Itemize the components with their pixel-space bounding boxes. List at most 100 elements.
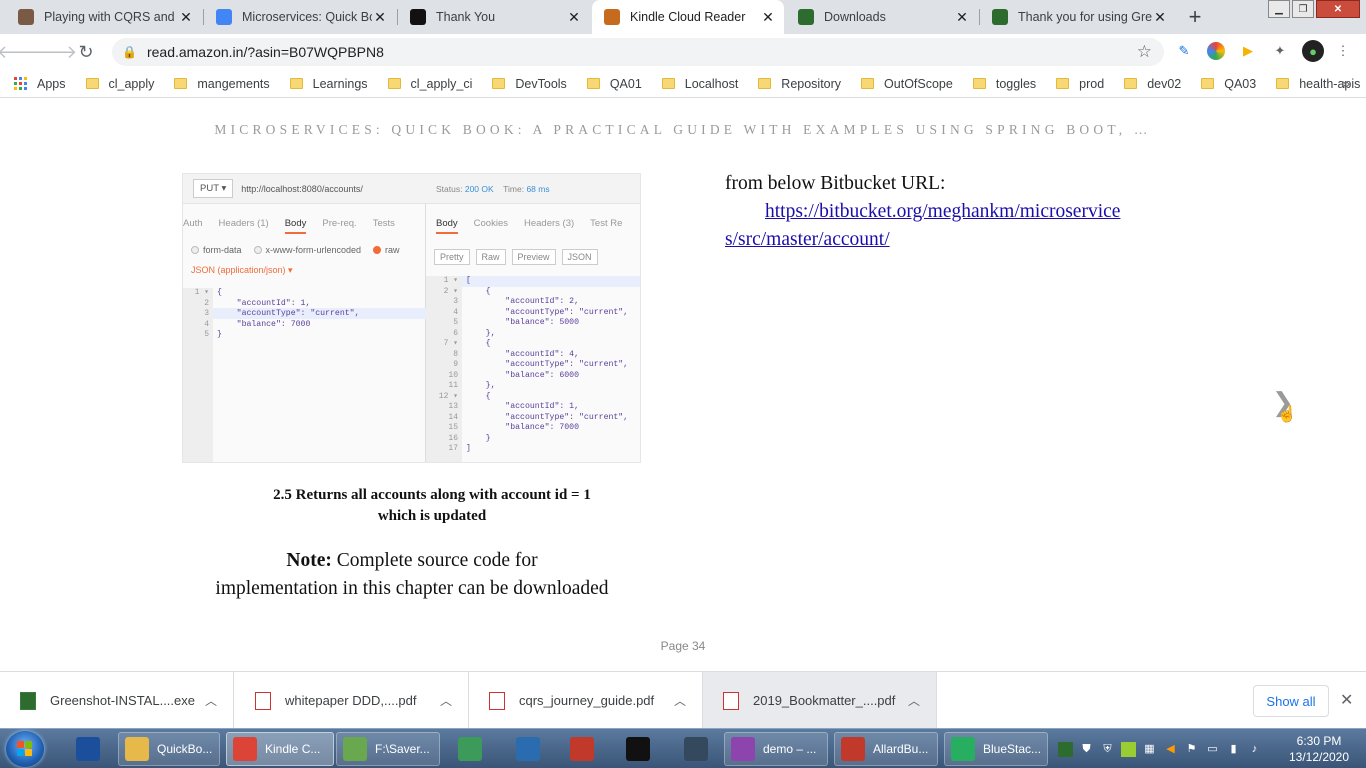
- folder-icon: [289, 78, 303, 89]
- flag-icon[interactable]: ⚑: [1184, 742, 1199, 757]
- download-item[interactable]: 2019_Bookmatter_....pdf ︿: [703, 672, 937, 729]
- bookmark-apps[interactable]: Apps: [14, 77, 66, 91]
- installer-icon: [20, 691, 36, 710]
- bookmark-qa01[interactable]: QA01: [586, 76, 642, 91]
- browser-tab[interactable]: Thank You ✕: [398, 0, 590, 34]
- bookmarks-overflow-icon[interactable]: »: [1342, 75, 1350, 91]
- bookmark-dev02[interactable]: dev02: [1124, 77, 1181, 91]
- security-tray-icon[interactable]: ⛨: [1100, 742, 1115, 757]
- address-bar[interactable]: 🔒 read.amazon.in/?asin=B07WQPBPN8 ☆: [112, 38, 1164, 66]
- close-shelf-icon[interactable]: ✕: [1340, 690, 1353, 710]
- taskbar-app[interactable]: [70, 732, 104, 766]
- app-icon: [76, 737, 100, 761]
- download-filename: whitepaper DDD,....pdf: [285, 693, 417, 708]
- greenshot-tray-icon[interactable]: [1058, 741, 1073, 757]
- stack-tray-icon[interactable]: [1121, 741, 1136, 757]
- taskbar-app[interactable]: Kindle C...: [226, 732, 334, 766]
- tab-close-icon[interactable]: ✕: [566, 9, 582, 26]
- body-option-label: raw: [385, 245, 400, 255]
- taskbar-app[interactable]: [620, 732, 654, 766]
- browser-tab[interactable]: Microservices: Quick Boo ✕: [204, 0, 396, 34]
- bookmark-cl-apply-ci[interactable]: cl_apply_ci: [387, 76, 473, 91]
- close-window-button[interactable]: ✕: [1316, 0, 1360, 18]
- right-column-text: from below Bitbucket URL: https://bitbuc…: [725, 170, 1195, 254]
- new-tab-button[interactable]: +: [1181, 4, 1209, 30]
- bookmark-prod[interactable]: prod: [1056, 77, 1104, 91]
- browser-tab[interactable]: Downloads ✕: [786, 0, 978, 34]
- bookmark-devtools[interactable]: DevTools: [492, 77, 567, 91]
- bitbucket-link-line-1[interactable]: https://bitbucket.org/meghankm/microserv…: [725, 198, 1195, 226]
- folder-icon: [1056, 78, 1070, 89]
- page-number: Page 34: [660, 639, 706, 653]
- bookmark-localhost[interactable]: Localhost: [661, 77, 738, 91]
- menu-kebab-icon[interactable]: ⋮: [1334, 42, 1352, 60]
- url-text[interactable]: read.amazon.in/?asin=B07WQPBPN8: [147, 44, 1137, 60]
- speaker-icon[interactable]: ♪: [1247, 742, 1262, 757]
- show-all-button[interactable]: Show all: [1253, 685, 1329, 717]
- browser-tab[interactable]: Playing with CQRS and E ✕: [6, 0, 202, 34]
- taskbar-app[interactable]: [564, 732, 598, 766]
- tab-close-icon[interactable]: ✕: [1152, 9, 1168, 26]
- bookmark-label: cl_apply_ci: [410, 76, 473, 91]
- taskbar-app[interactable]: demo – ...: [724, 732, 828, 766]
- tab-title: Microservices: Quick Boo: [242, 10, 372, 24]
- bookmark-star-icon[interactable]: ☆: [1137, 42, 1152, 62]
- reload-button[interactable]: ↻: [75, 41, 97, 63]
- bitbucket-link-line-2[interactable]: s/src/master/account/: [725, 226, 1195, 254]
- greenshot-favicon: [992, 9, 1008, 25]
- folder-icon: [125, 737, 149, 761]
- taskbar-app[interactable]: F:\Saver...: [336, 732, 440, 766]
- chevron-up-icon[interactable]: ︿: [205, 692, 217, 709]
- body-option-label: form-data: [203, 245, 242, 255]
- body-option: raw: [373, 245, 400, 255]
- bookmark-mangements[interactable]: mangements: [174, 77, 270, 91]
- download-item[interactable]: whitepaper DDD,....pdf ︿: [235, 672, 469, 729]
- taskbar-app[interactable]: [678, 732, 712, 766]
- maximize-button[interactable]: ❐: [1292, 0, 1314, 18]
- chevron-up-icon[interactable]: ︿: [674, 692, 686, 709]
- eyedropper-extension-icon[interactable]: ✎: [1175, 42, 1193, 60]
- color-extension-icon[interactable]: [1207, 42, 1225, 60]
- bookmark-label: QA01: [609, 76, 642, 91]
- taskbar-app[interactable]: [510, 732, 544, 766]
- download-item[interactable]: Greenshot-INSTAL....exe ︿: [0, 672, 234, 729]
- browser-tab[interactable]: Thank you for using Gre ✕: [980, 0, 1176, 34]
- taskbar-app[interactable]: QuickBo...: [118, 732, 220, 766]
- bookmark-cl-apply[interactable]: cl_apply: [85, 76, 155, 91]
- note-label: Note:: [286, 550, 332, 571]
- tab-close-icon[interactable]: ✕: [178, 9, 194, 26]
- chevron-up-icon[interactable]: ︿: [440, 692, 452, 709]
- bookmark-learnings[interactable]: Learnings: [289, 77, 368, 91]
- display-icon[interactable]: ▭: [1205, 742, 1220, 757]
- network-icon[interactable]: ▮: [1226, 742, 1241, 757]
- start-button[interactable]: [6, 731, 44, 767]
- taskbar-app[interactable]: AllardBu...: [834, 732, 938, 766]
- bookmark-qa03[interactable]: QA03: [1201, 77, 1256, 91]
- request-tab: Tests: [372, 218, 395, 229]
- chevron-up-icon[interactable]: ︿: [908, 692, 920, 709]
- bookmark-label: cl_apply: [108, 76, 155, 91]
- system-clock[interactable]: 6:30 PM 13/12/2020: [1283, 733, 1355, 765]
- taskbar-app[interactable]: [452, 732, 486, 766]
- forward-button[interactable]: 🡒: [29, 41, 77, 63]
- profile-avatar[interactable]: ●: [1302, 40, 1324, 62]
- bookmark-repository[interactable]: Repository: [758, 77, 841, 91]
- grid-tray-icon[interactable]: ▦: [1142, 742, 1157, 757]
- tab-close-icon[interactable]: ✕: [954, 9, 970, 26]
- minimize-button[interactable]: ▁: [1268, 0, 1290, 18]
- play-extension-icon[interactable]: ▶: [1239, 42, 1257, 60]
- taskbar-app[interactable]: BlueStac...: [944, 732, 1048, 766]
- tab-close-icon[interactable]: ✕: [760, 9, 776, 26]
- browser-tab[interactable]: Kindle Cloud Reader ✕: [592, 0, 784, 34]
- tab-close-icon[interactable]: ✕: [372, 9, 388, 26]
- download-item[interactable]: cqrs_journey_guide.pdf ︿: [469, 672, 703, 729]
- shield-tray-icon[interactable]: ⛊: [1079, 742, 1094, 757]
- bookmark-toggles[interactable]: toggles: [972, 77, 1036, 91]
- response-view-pill: Preview: [511, 249, 556, 265]
- bookmark-outofscope[interactable]: OutOfScope: [861, 77, 953, 91]
- extensions-puzzle-icon[interactable]: ✦: [1271, 42, 1289, 60]
- snipping-icon: [570, 737, 594, 761]
- content-type-label: JSON (application/json): [191, 265, 286, 275]
- volume-icon[interactable]: ◀: [1163, 742, 1178, 757]
- pdf-file-icon: [723, 691, 739, 710]
